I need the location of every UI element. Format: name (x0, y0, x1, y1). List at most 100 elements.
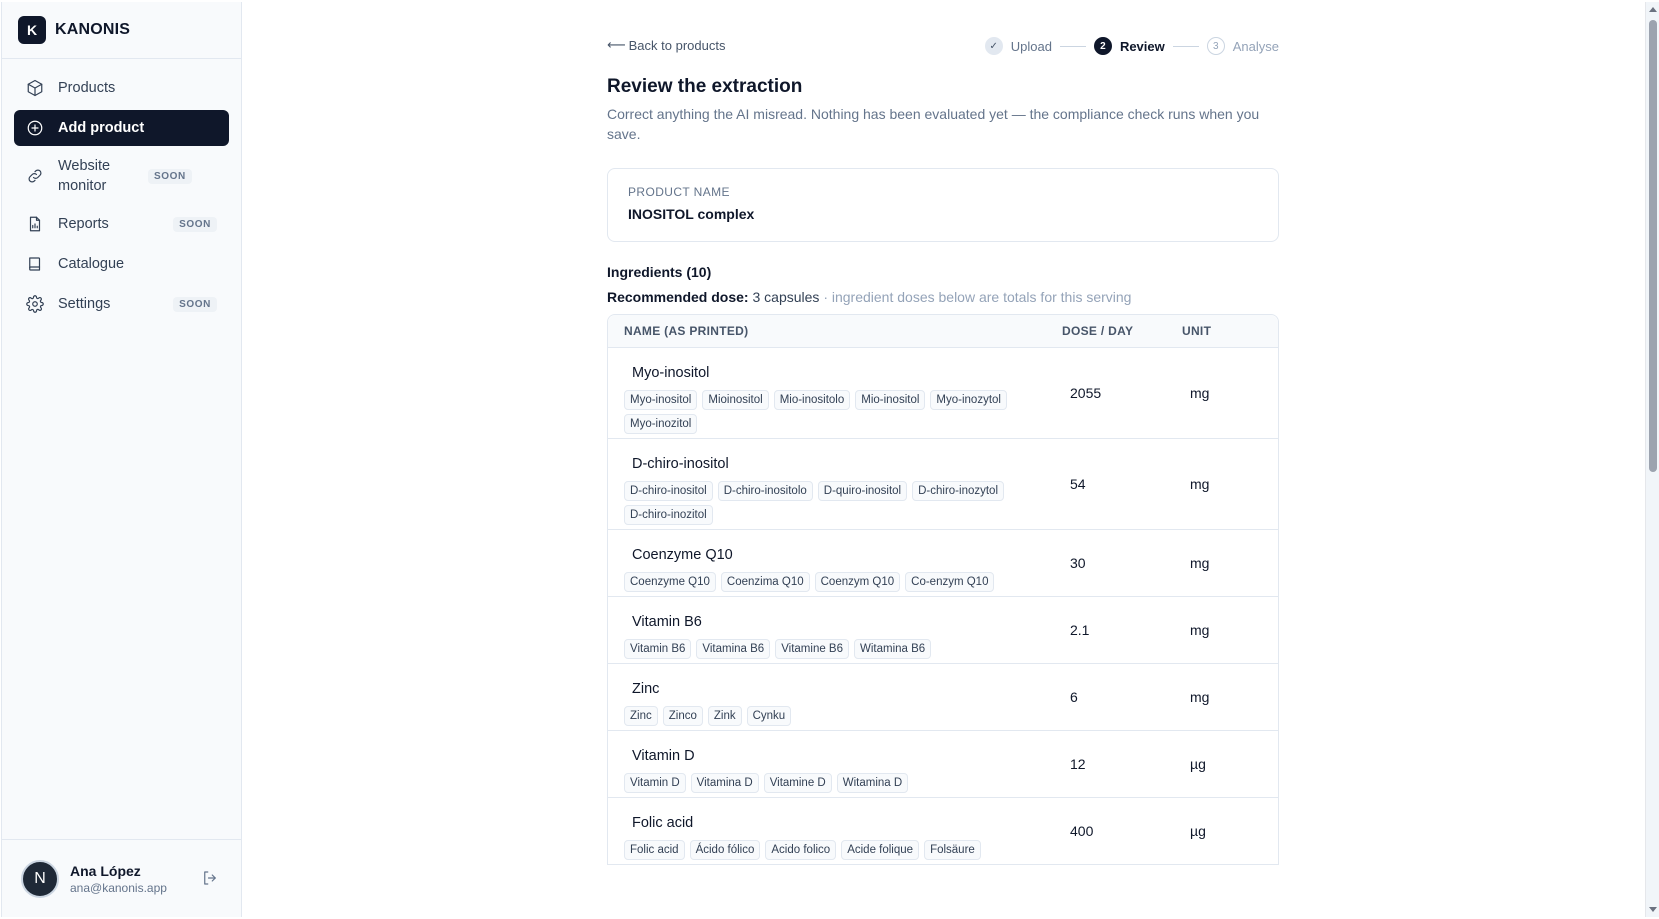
alias-chip: Vitamine D (763, 773, 832, 793)
alias-chip: Folic acid (624, 840, 685, 860)
alias-chip: Coenzyme Q10 (624, 572, 716, 592)
ingredient-name[interactable]: Vitamin D (624, 748, 1046, 764)
dose-value[interactable]: 3 capsules (752, 289, 819, 305)
book-icon (26, 255, 44, 273)
unit-cell[interactable]: mg (1182, 439, 1262, 529)
page-scrollbar[interactable] (1645, 2, 1659, 917)
unit-cell[interactable]: mg (1182, 664, 1262, 730)
alias-chip: Zinc (624, 706, 658, 726)
sidebar-item-settings[interactable]: Settings SOON (14, 286, 229, 322)
user-name: Ana López (70, 862, 141, 879)
logout-icon[interactable] (201, 869, 221, 889)
dose-cell[interactable]: 6 (1062, 664, 1182, 730)
column-header-name: NAME (AS PRINTED) (624, 324, 749, 338)
alias-list: Zinc Zinco Zink Cynku (624, 706, 1046, 730)
alias-chip: Mioinositol (702, 390, 769, 410)
sidebar-item-label: Settings (58, 296, 111, 312)
sidebar-item-catalogue[interactable]: Catalogue (14, 246, 229, 282)
alias-chip: Acide folique (841, 840, 920, 860)
soon-badge: SOON (173, 296, 217, 312)
ingredient-name[interactable]: Vitamin B6 (624, 614, 1046, 630)
dose-cell[interactable]: 12 (1062, 731, 1182, 797)
ingredient-name[interactable]: Myo-inositol (624, 365, 1046, 381)
soon-badge: SOON (173, 216, 217, 232)
column-header-dose: DOSE / DAY (1062, 324, 1134, 338)
alias-chip: Co-enzym Q10 (905, 572, 995, 592)
alias-chip: Acido folico (765, 840, 837, 860)
dose-cell[interactable]: 2.1 (1062, 597, 1182, 663)
review-panel: ⟵ Back to products ✓ Upload 2 Review 3 A… (607, 2, 1279, 865)
app-window: K KANONIS Products Add product Website m… (1, 2, 1643, 917)
sidebar-item-products[interactable]: Products (14, 70, 229, 106)
step-label: Review (1119, 38, 1165, 54)
sidebar-item-label: Website monitor (58, 158, 111, 194)
plus-circle-icon (26, 119, 44, 137)
dose-cell[interactable]: 54 (1062, 439, 1182, 529)
stepper: ✓ Upload 2 Review 3 Analyse (984, 37, 1279, 55)
gear-icon (26, 295, 44, 313)
step-connector (1059, 45, 1086, 47)
alias-list: Vitamin D Vitamina D Vitamine D Witamina D (624, 773, 1046, 797)
alias-chip: D-quiro-inositol (817, 481, 908, 501)
scroll-thumb[interactable] (1649, 20, 1657, 472)
table-row: Zinc Zinc Zinco Zink Cynku 6 mg (608, 664, 1278, 731)
step-number: 2 (1093, 37, 1112, 55)
ingredient-name-cell: Vitamin D Vitamin D Vitamina D Vitamine D Wi… (608, 731, 1062, 797)
alias-chip: Zinco (662, 706, 703, 726)
ingredient-name[interactable]: Coenzyme Q10 (624, 547, 1046, 563)
dose-cell[interactable]: 400 (1062, 798, 1182, 864)
unit-cell[interactable]: mg (1182, 597, 1262, 663)
sidebar-item-website-monitor[interactable]: Website monitor SOON (14, 150, 229, 202)
dose-cell[interactable]: 2055 (1062, 348, 1182, 438)
product-name-label: PRODUCT NAME (628, 185, 730, 199)
product-name-card[interactable]: PRODUCT NAME INOSITOL complex (607, 168, 1279, 242)
ingredient-name[interactable]: Folic acid (624, 815, 1046, 831)
unit-cell[interactable]: mg (1182, 348, 1262, 438)
recommended-dose: Recommended dose: 3 capsules · ingredien… (607, 289, 1279, 305)
step-upload: ✓ Upload (984, 37, 1052, 55)
avatar[interactable]: N (21, 859, 59, 898)
alias-chip: D-chiro-inositol (624, 481, 713, 501)
sidebar-item-add-product[interactable]: Add product (14, 110, 229, 146)
scroll-up-icon[interactable] (1649, 7, 1657, 12)
ingredient-name[interactable]: D-chiro-inositol (624, 456, 1046, 472)
alias-chip: Myo-inositol (624, 390, 698, 410)
unit-cell[interactable]: µg (1182, 731, 1262, 797)
alias-chip: Cynku (746, 706, 792, 726)
unit-cell[interactable]: µg (1182, 798, 1262, 864)
ingredient-name[interactable]: Zinc (624, 681, 1046, 697)
alias-chip: Vitamina B6 (696, 639, 771, 659)
table-row: Myo-inositol Myo-inositol Mioinositol Mio-i… (608, 348, 1278, 439)
sidebar-item-label: Products (58, 80, 116, 96)
check-icon: ✓ (984, 37, 1003, 55)
alias-chip: Ácido fólico (689, 840, 761, 860)
ingredient-name-cell: Vitamin B6 Vitamin B6 Vitamina B6 Vitamine … (608, 597, 1062, 663)
ingredient-name-cell: D-chiro-inositol D-chiro-inositol D-chiro-… (608, 439, 1062, 529)
alias-chip: D-chiro-inozytol (912, 481, 1005, 501)
scroll-down-icon[interactable] (1649, 907, 1657, 912)
dose-hint: · ingredient doses below are totals for … (823, 289, 1132, 305)
brand-logo: K (18, 16, 46, 44)
product-name-value[interactable]: INOSITOL complex (628, 206, 1258, 222)
unit-cell[interactable]: mg (1182, 530, 1262, 596)
step-connector (1172, 45, 1199, 47)
sidebar-item-reports[interactable]: Reports SOON (14, 206, 229, 242)
dose-cell[interactable]: 30 (1062, 530, 1182, 596)
link-icon (26, 167, 44, 185)
alias-chip: Vitamin D (624, 773, 686, 793)
alias-chip: Folsäure (924, 840, 981, 860)
alias-chip: D-chiro-inositolo (717, 481, 813, 501)
alias-chip: Witamina D (836, 773, 909, 793)
table-row: Coenzyme Q10 Coenzyme Q10 Coenzima Q10 Coen… (608, 530, 1278, 597)
alias-chip: Vitamina D (690, 773, 759, 793)
ingredient-name-cell: Folic acid Folic acid Ácido fólico Acido fo… (608, 798, 1062, 864)
brand[interactable]: K KANONIS (2, 2, 241, 59)
alias-chip: Myo-inozytol (930, 390, 1007, 410)
alias-list: Coenzyme Q10 Coenzima Q10 Coenzym Q10 Co-en… (624, 572, 1046, 596)
column-header-unit: UNIT (1182, 324, 1212, 338)
alias-list: Vitamin B6 Vitamina B6 Vitamine B6 Witamina… (624, 639, 1046, 663)
back-to-products-link[interactable]: ⟵ Back to products (607, 37, 725, 53)
soon-badge: SOON (148, 168, 192, 184)
table-row: Vitamin D Vitamin D Vitamina D Vitamine D Wi… (608, 731, 1278, 798)
table-row: Folic acid Folic acid Ácido fólico Acido fo… (608, 798, 1278, 865)
